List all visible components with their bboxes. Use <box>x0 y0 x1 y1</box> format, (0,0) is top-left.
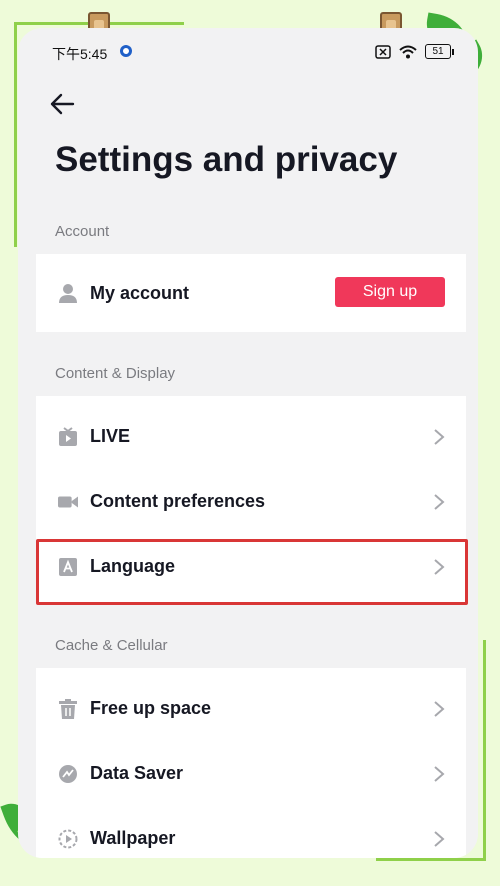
tv-icon <box>58 426 78 447</box>
section-label-account: Account <box>55 223 110 240</box>
back-button[interactable] <box>42 84 82 124</box>
person-icon <box>58 283 78 303</box>
list-item-wallpaper[interactable]: Wallpaper <box>36 806 466 858</box>
list-item-live[interactable]: LIVE <box>36 404 466 469</box>
my-account-label: My account <box>90 282 190 303</box>
chevron-right-icon <box>434 558 445 575</box>
list-item-label: Wallpaper <box>90 828 176 848</box>
cache-cellular-card: Free up space Data Saver Wallpaper <box>36 668 466 858</box>
list-item-label: Free up space <box>90 698 212 718</box>
list-item-content-preferences[interactable]: Content preferences <box>36 469 466 534</box>
trash-icon <box>58 698 78 719</box>
battery-icon: 51 <box>425 44 454 59</box>
list-item-free-up-space[interactable]: Free up space <box>36 676 466 741</box>
content-display-card: LIVE Content preferences Language <box>36 396 466 602</box>
mute-icon <box>375 44 391 59</box>
data-saver-icon <box>58 764 78 784</box>
section-label-cache-cellular: Cache & Cellular <box>55 637 168 654</box>
status-icons: 51 <box>375 44 454 59</box>
wallpaper-icon <box>58 829 78 849</box>
location-icon <box>120 45 132 57</box>
account-card: My account Sign up <box>36 254 466 332</box>
list-item-label: Data Saver <box>90 763 184 783</box>
list-item-label: Language <box>90 556 176 576</box>
section-label-content-display: Content & Display <box>55 365 176 382</box>
battery-level: 51 <box>425 44 451 59</box>
list-item-data-saver[interactable]: Data Saver <box>36 741 466 806</box>
chevron-right-icon <box>434 765 445 782</box>
frame-line-left <box>14 22 17 247</box>
chevron-right-icon <box>434 493 445 510</box>
sign-up-button[interactable]: Sign up <box>335 277 445 307</box>
frame-line-right <box>483 640 486 860</box>
status-time: 下午5:45 <box>52 46 108 62</box>
page-title: Settings and privacy <box>55 140 398 179</box>
chevron-right-icon <box>434 700 445 717</box>
status-bar: 下午5:45 51 <box>18 28 478 76</box>
arrow-left-icon <box>50 93 75 115</box>
my-account-row[interactable]: My account Sign up <box>36 254 466 332</box>
frame-line-bottom <box>376 858 486 861</box>
phone-screen: 下午5:45 51 Settings and privacy Account M… <box>18 28 478 858</box>
wifi-icon <box>399 45 417 58</box>
list-item-label: Content preferences <box>90 491 266 511</box>
chevron-right-icon <box>434 830 445 847</box>
language-icon <box>58 557 78 577</box>
list-item-language[interactable]: Language <box>36 534 466 599</box>
video-camera-icon <box>58 492 78 512</box>
chevron-right-icon <box>434 428 445 445</box>
list-item-label: LIVE <box>90 426 131 446</box>
